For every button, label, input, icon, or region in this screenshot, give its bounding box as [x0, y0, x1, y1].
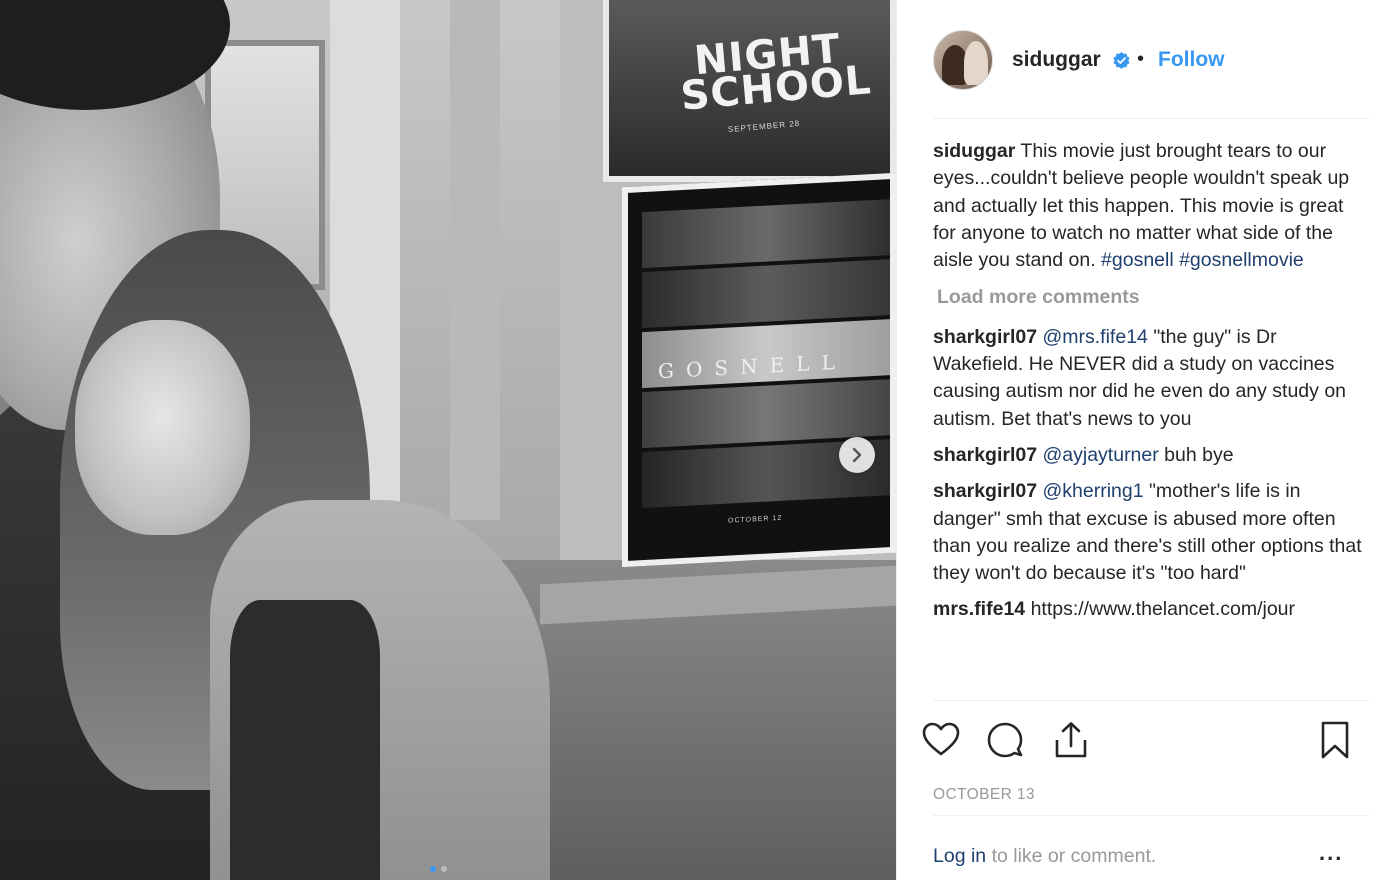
comment-mention[interactable]: @ayjayturner	[1042, 444, 1158, 466]
like-button[interactable]	[919, 718, 963, 762]
bookmark-icon	[1321, 721, 1349, 759]
comment-username[interactable]: mrs.fife14	[933, 598, 1025, 620]
action-bar	[919, 718, 1367, 764]
verified-badge-icon	[1113, 51, 1130, 70]
chevron-right-icon	[852, 447, 862, 463]
poster-title: NIGHT SCHOOL	[678, 25, 874, 120]
heart-icon	[922, 722, 960, 756]
comment-username[interactable]: sharkgirl07	[933, 326, 1037, 348]
avatar[interactable]	[933, 30, 993, 90]
more-options-button[interactable]: ...	[1319, 840, 1343, 866]
comment-text[interactable]: https://www.thelancet.com/jour	[1031, 598, 1295, 620]
list-item: sharkgirl07 @kherring1 "mother's life is…	[933, 478, 1365, 587]
post-photo[interactable]: NIGHT SCHOOL SEPTEMBER 28 GOSNELL OCTOBE…	[0, 0, 896, 880]
post-sidebar: siduggar • Follow siduggar This movie ju…	[896, 0, 1380, 880]
carousel-dot	[430, 866, 436, 872]
load-more-comments-button[interactable]: Load more comments	[937, 284, 1365, 311]
movie-poster-night-school: NIGHT SCHOOL SEPTEMBER 28	[603, 0, 896, 182]
login-link[interactable]: Log in	[933, 845, 986, 867]
caption: siduggar This movie just brought tears t…	[933, 138, 1365, 274]
separator-dot: •	[1137, 48, 1145, 70]
login-prompt-text: to like or comment.	[991, 845, 1157, 867]
poster-date: OCTOBER 12	[728, 514, 783, 525]
divider	[933, 118, 1369, 119]
comment-bubble-icon	[987, 722, 1023, 758]
post-date[interactable]: OCTOBER 13	[933, 786, 1035, 804]
save-button[interactable]	[1313, 718, 1357, 762]
movie-poster-gosnell: GOSNELL OCTOBER 12	[622, 172, 896, 568]
caption-username[interactable]: siduggar	[933, 140, 1015, 162]
comment-username[interactable]: sharkgirl07	[933, 444, 1037, 466]
list-item: mrs.fife14 https://www.thelancet.com/jou…	[933, 596, 1365, 623]
divider	[933, 815, 1369, 816]
comment-button[interactable]	[983, 718, 1027, 762]
woman-face	[75, 320, 250, 535]
comments-list: siduggar This movie just brought tears t…	[933, 138, 1365, 698]
comment-username[interactable]: sharkgirl07	[933, 480, 1037, 502]
list-item: sharkgirl07 @mrs.fife14 "the guy" is Dr …	[933, 324, 1365, 433]
divider	[933, 700, 1369, 701]
comment-mention[interactable]: @mrs.fife14	[1042, 326, 1147, 348]
comment-mention[interactable]: @kherring1	[1042, 480, 1143, 502]
caption-hashtags[interactable]: #gosnell #gosnellmovie	[1101, 249, 1304, 271]
carousel-dot	[441, 866, 447, 872]
login-prompt: Log in to like or comment.	[933, 845, 1156, 868]
comment-text: buh bye	[1164, 443, 1234, 466]
follow-button[interactable]: Follow	[1158, 48, 1225, 72]
carousel-indicator	[430, 866, 447, 872]
share-icon	[1055, 722, 1087, 758]
background-pillar	[450, 0, 500, 520]
username-link[interactable]: siduggar	[1012, 48, 1101, 72]
instagram-post: NIGHT SCHOOL SEPTEMBER 28 GOSNELL OCTOBE…	[0, 0, 1380, 880]
post-header: siduggar • Follow	[897, 0, 1380, 120]
woman-top	[230, 600, 380, 880]
next-photo-button[interactable]	[839, 437, 875, 473]
share-button[interactable]	[1049, 718, 1093, 762]
list-item: sharkgirl07 @ayjayturner buh bye	[933, 442, 1365, 469]
